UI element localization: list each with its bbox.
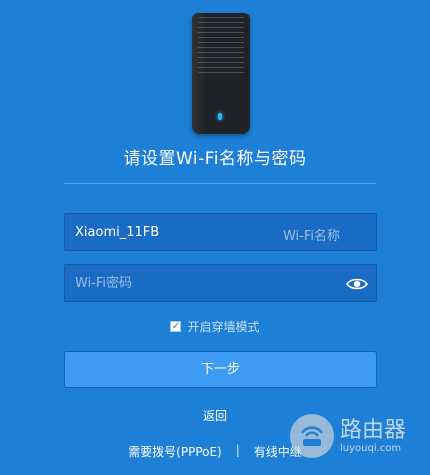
router-image bbox=[192, 13, 250, 134]
password-field[interactable] bbox=[64, 264, 377, 302]
wall-mode-label: 开启穿墙模式 bbox=[187, 320, 260, 334]
ssid-field[interactable]: Wi-Fi名称 bbox=[64, 213, 377, 251]
wall-mode-row[interactable]: ✓ 开启穿墙模式 bbox=[0, 318, 430, 335]
ssid-suffix-label: Wi-Fi名称 bbox=[282, 229, 340, 244]
wall-mode-checkbox[interactable]: ✓ bbox=[170, 321, 182, 332]
watermark: 路由器 luyouqi.com bbox=[290, 410, 430, 462]
router-led bbox=[218, 113, 222, 120]
password-input[interactable] bbox=[75, 265, 275, 301]
link-separator: | bbox=[235, 443, 240, 457]
watermark-main-text: 路由器 bbox=[340, 417, 407, 443]
watermark-logo-icon bbox=[290, 414, 334, 458]
next-button[interactable]: 下一步 bbox=[64, 351, 377, 388]
page-title: 请设置Wi-Fi名称与密码 bbox=[123, 149, 307, 169]
divider bbox=[64, 183, 376, 184]
pppoe-link[interactable]: 需要拨号(PPPoE) bbox=[128, 443, 222, 460]
eye-icon[interactable] bbox=[346, 276, 368, 290]
watermark-sub-text: luyouqi.com bbox=[340, 442, 402, 454]
ssid-input[interactable] bbox=[75, 214, 275, 250]
